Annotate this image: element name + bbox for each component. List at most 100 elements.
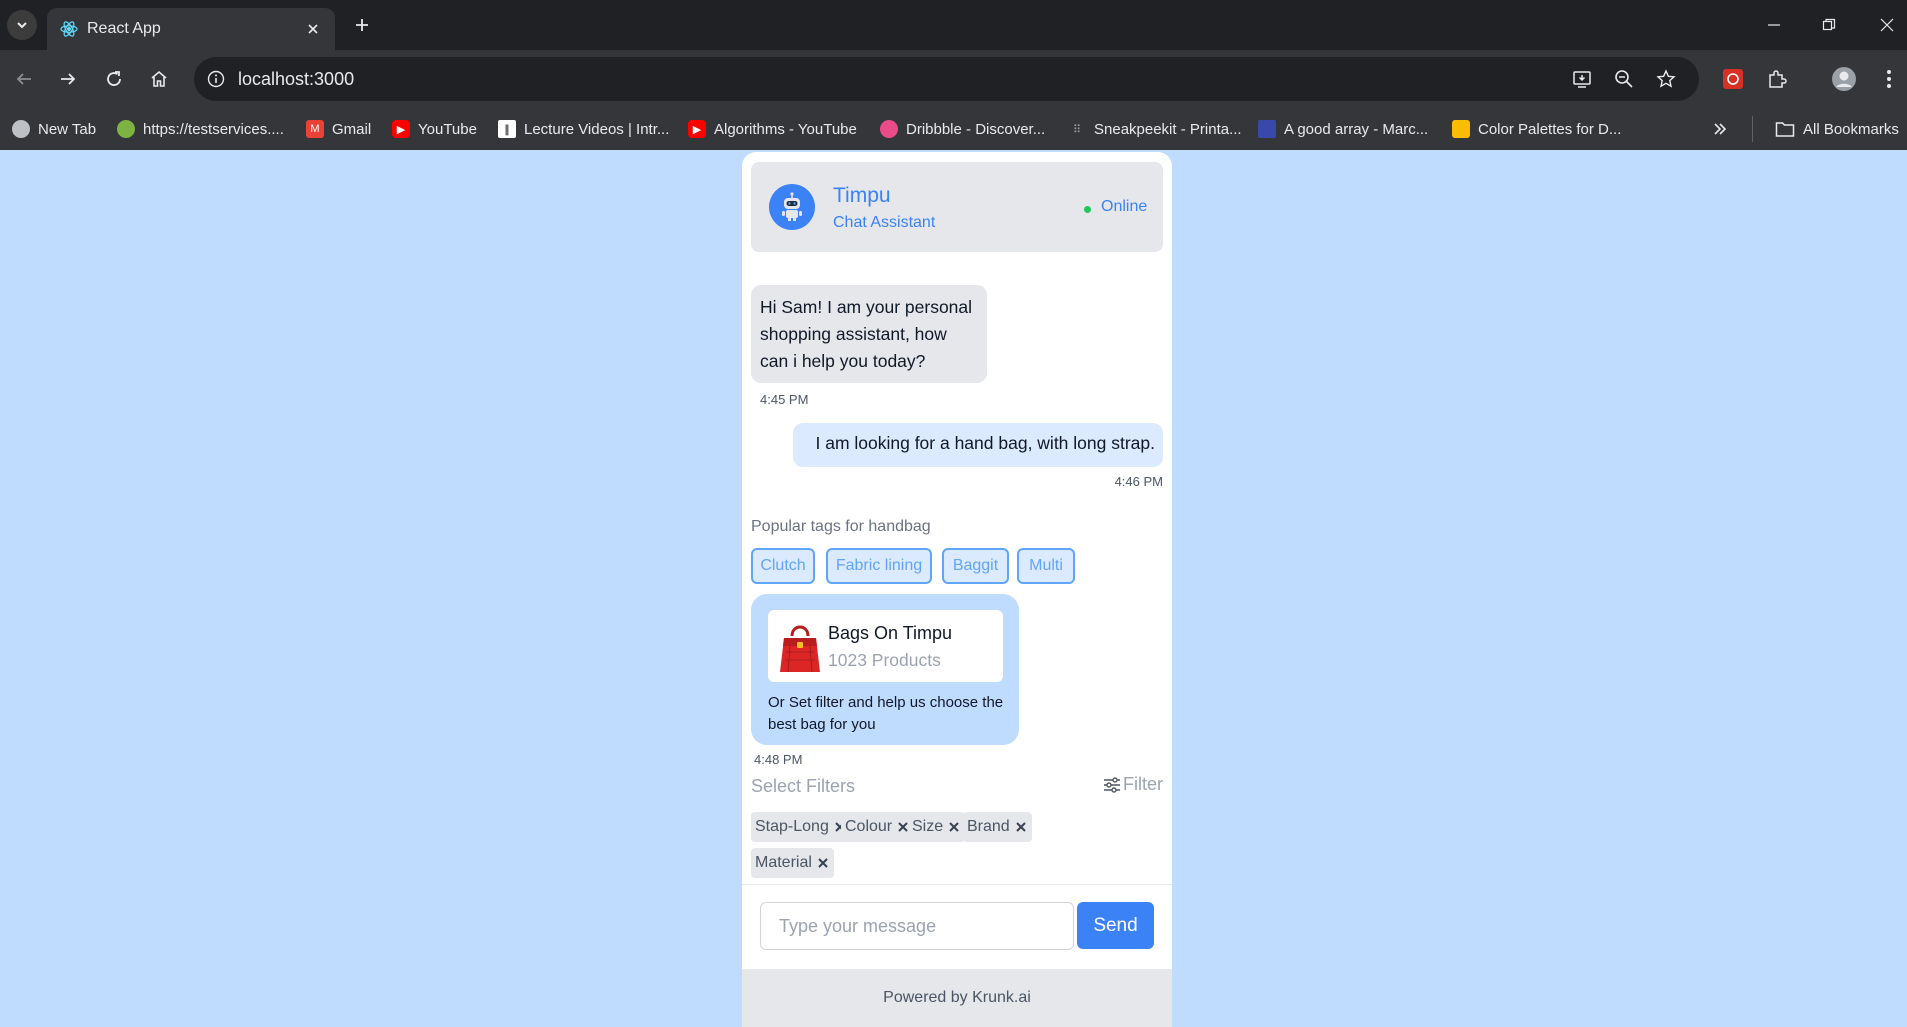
bookmark-item[interactable]: New Tab [12,116,96,142]
close-icon [1880,18,1894,32]
bookmark-label: Lecture Videos | Intr... [524,120,670,138]
send-button[interactable]: Send [1077,902,1154,949]
bookmark-label: A good array - Marc... [1284,120,1429,138]
select-filters-label: Select Filters [751,776,856,796]
filter-chip: Size [908,812,966,842]
all-bookmarks-button[interactable]: All Bookmarks [1775,116,1899,142]
bookmark-item[interactable]: ▶ YouTube [392,116,477,142]
address-bar[interactable]: localhost:3000 [194,57,1699,101]
site-info-button[interactable] [202,65,230,93]
close-window-button[interactable] [1869,10,1905,40]
page-background: Timpu Chat Assistant Online Hi Sam! I am… [0,150,1907,1027]
doc-icon [1258,120,1276,138]
filter-button[interactable]: Filter [1103,774,1163,795]
bookmark-label: YouTube [418,120,477,138]
minimize-icon [1768,24,1780,26]
message-timestamp: 4:46 PM [1114,474,1163,489]
home-button[interactable] [143,63,175,95]
online-status-dot [1084,206,1091,213]
filter-button-label: Filter [1123,774,1163,794]
browser-tabstrip: React App [0,0,1907,50]
filter-chip-label: Size [912,818,944,835]
filter-chip-label: Material [755,854,812,871]
filter-chip: Material [751,848,834,878]
bookmark-item[interactable]: A good array - Marc... [1258,116,1428,142]
product-subtitle: Or Set filter and help us choose the bes… [768,694,1004,733]
avatar-icon [1832,67,1856,91]
bookmark-item[interactable]: https://testservices.... [117,116,284,142]
site-icon [117,120,135,138]
bookmark-item[interactable]: Color Palettes for D... [1452,116,1621,142]
gmail-icon: M [306,120,324,138]
message-input[interactable] [760,902,1074,950]
remove-filter-button[interactable] [816,856,830,870]
plus-icon [356,19,368,31]
zoom-out-icon [1615,70,1633,88]
new-tab-button[interactable] [349,12,375,38]
close-icon [818,858,828,868]
bookmark-label: New Tab [38,120,97,138]
handbag-icon [780,625,820,673]
grid-icon: ⠿ [1072,123,1082,136]
remove-filter-button[interactable] [1014,820,1028,834]
bookmark-item[interactable]: M Gmail [306,116,371,142]
chat-header: Timpu Chat Assistant Online [751,162,1163,252]
close-icon [949,822,959,832]
sliders-icon [1104,776,1120,793]
profile-button[interactable] [1829,64,1859,94]
user-message: I am looking for a hand bag, with long s… [793,423,1163,467]
tag-button[interactable]: Multi [1017,548,1075,584]
react-icon [60,21,78,37]
youtube-icon: ▶ [392,120,410,138]
browser-tab-active[interactable]: React App [47,8,335,50]
remove-filter-button[interactable] [947,820,961,834]
bookmark-label: Dribbble - Discover... [906,120,1046,138]
forward-button[interactable] [52,63,84,95]
powered-by-footer: Powered by Krunk.ai [742,969,1172,1027]
message-timestamp: 4:48 PM [754,752,803,767]
chevron-down-icon [17,22,27,29]
minimize-button[interactable] [1756,10,1792,40]
product-card[interactable]: Bags On Timpu 1023 Products [768,610,1003,682]
back-button[interactable] [8,63,40,95]
zoom-button[interactable] [1610,65,1638,93]
install-icon [1573,71,1591,88]
extension-button[interactable] [1718,64,1748,94]
close-icon [308,24,318,34]
bookmark-label: Sneakpeekit - Printa... [1094,120,1242,138]
filter-chip-label: Stap-Long [755,818,829,835]
bookmark-item[interactable]: Dribbble - Discover... [880,116,1045,142]
bookmark-label: Color Palettes for D... [1478,120,1622,138]
product-count: 1023 Products [828,650,941,670]
bot-message: Hi Sam! I am your personal shopping assi… [751,285,987,383]
tab-search-button[interactable] [7,10,37,40]
restore-icon [1822,18,1836,31]
tag-button[interactable]: Clutch [751,548,815,584]
online-status: Online [1101,198,1148,215]
bot-role: Chat Assistant [833,214,936,231]
bookmark-item[interactable]: ⠿ Sneakpeekit - Printa... [1068,116,1242,142]
bookmark-item[interactable]: ▶ Algorithms - YouTube [688,116,857,142]
install-app-button[interactable] [1568,65,1596,93]
mit-icon: ∥ [498,120,516,138]
chat-widget: Timpu Chat Assistant Online Hi Sam! I am… [742,152,1172,1027]
url-text: localhost:3000 [238,69,355,89]
extensions-menu-button[interactable] [1762,64,1792,94]
arrow-left-icon [16,73,31,85]
browser-menu-button[interactable] [1874,64,1904,94]
tab-close-button[interactable] [301,17,325,41]
more-bookmarks-button[interactable] [1712,116,1728,142]
message-timestamp: 4:45 PM [760,392,809,407]
youtube-icon: ▶ [688,120,706,138]
tag-button[interactable]: Fabric lining [826,548,932,584]
restore-button[interactable] [1811,10,1847,40]
reload-button[interactable] [98,63,130,95]
arrow-right-icon [61,73,76,85]
tag-button[interactable]: Baggit [942,548,1009,584]
bookmark-star-button[interactable] [1652,65,1680,93]
bot-name: Timpu [833,184,891,207]
input-divider [742,884,1172,885]
product-title: Bags On Timpu [828,623,953,643]
bookmark-item[interactable]: ∥ Lecture Videos | Intr... [498,116,669,142]
home-icon [151,70,167,87]
